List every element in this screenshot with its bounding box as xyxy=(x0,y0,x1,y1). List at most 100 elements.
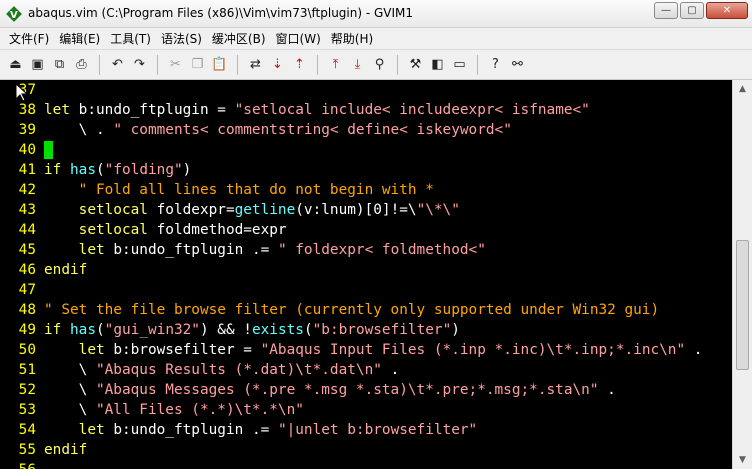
code-text: endif xyxy=(44,442,88,458)
code-text: let b:undo_ftplugin .= " foldexpr< foldm… xyxy=(78,242,486,258)
line-number: 49 xyxy=(18,322,36,338)
undo-icon[interactable]: ↶ xyxy=(108,55,127,75)
code-text: \ "All Files (*.*)\t*.*\n" xyxy=(44,402,304,418)
line-number: 48 xyxy=(18,302,36,318)
code-line[interactable]: 53 \ "All Files (*.*)\t*.*\n" xyxy=(0,400,304,420)
code-text: " Fold all lines that do not begin with … xyxy=(78,182,434,198)
line-number: 47 xyxy=(18,282,36,298)
code-line[interactable]: 41 if has("folding") xyxy=(0,160,192,180)
title-bar[interactable]: V abaqus.vim (C:\Program Files (x86)\Vim… xyxy=(0,0,752,28)
code-line[interactable]: 39 \ . " comments< commentstring< define… xyxy=(0,120,512,140)
line-number: 54 xyxy=(18,422,36,438)
code-line[interactable]: 42 " Fold all lines that do not begin wi… xyxy=(0,180,434,200)
window-title: abaqus.vim (C:\Program Files (x86)\Vim\v… xyxy=(28,6,414,20)
code-line[interactable]: 40 xyxy=(0,140,53,160)
find-prev-icon[interactable]: ⇡ xyxy=(290,55,309,75)
find-help-icon[interactable]: ⚯ xyxy=(508,55,527,75)
cut-icon[interactable]: ✂ xyxy=(166,55,185,75)
code-text: let b:undo_ftplugin .= "|unlet b:browsef… xyxy=(78,422,478,438)
shell-icon[interactable]: ◧ xyxy=(428,55,447,75)
save-all-icon[interactable]: ⧉ xyxy=(50,55,69,75)
code-line[interactable]: 50 let b:browsefilter = "Abaqus Input Fi… xyxy=(0,340,703,360)
code-line[interactable]: 44 setlocal foldmethod=expr xyxy=(0,220,287,240)
toolbar-separator xyxy=(237,54,238,75)
help-icon[interactable]: ? xyxy=(486,55,505,75)
menu-tools[interactable]: 工具(T) xyxy=(105,30,156,47)
vertical-scrollbar[interactable]: ▲ ▼ xyxy=(732,80,752,469)
code-line[interactable]: 54 let b:undo_ftplugin .= "|unlet b:brow… xyxy=(0,420,478,440)
menu-buffers[interactable]: 缓冲区(B) xyxy=(207,30,271,47)
svg-text:V: V xyxy=(10,10,18,21)
code-line[interactable]: 49 if has("gui_win32") && !exists("b:brow… xyxy=(0,320,460,340)
line-number: 55 xyxy=(18,442,36,458)
code-text: " Set the file browse filter (currently … xyxy=(44,302,660,318)
line-number: 46 xyxy=(18,262,36,278)
line-number: 52 xyxy=(18,382,36,398)
toolbar: ⏏ ▣ ⧉ ⎙ ↶ ↷ ✂ ❐ 📋 ⇄ ⇣ ⇡ ⤒ ⤓ ⚲ ⚒ ◧ ▭ ? ⚯ xyxy=(0,50,752,80)
open-icon[interactable]: ⏏ xyxy=(6,55,25,75)
code-line[interactable]: 52 \ "Abaqus Messages (*.pre *.msg *.sta… xyxy=(0,380,616,400)
mouse-pointer-icon xyxy=(16,84,28,102)
code-text: \ "Abaqus Messages (*.pre *.msg *.sta)\t… xyxy=(44,382,616,398)
code-line[interactable]: 45 let b:undo_ftplugin .= " foldexpr< fo… xyxy=(0,240,486,260)
line-number: 50 xyxy=(18,342,36,358)
line-number: 39 xyxy=(18,122,36,138)
scrollbar-thumb[interactable] xyxy=(736,240,749,370)
load-session-icon[interactable]: ⤒ xyxy=(326,55,345,75)
menu-help[interactable]: 帮助(H) xyxy=(326,30,378,47)
close-button[interactable]: ✕ xyxy=(706,2,748,19)
save-session-icon[interactable]: ⤓ xyxy=(348,55,367,75)
ctags-icon[interactable]: ▭ xyxy=(450,55,469,75)
scroll-up-icon[interactable]: ▲ xyxy=(733,80,752,98)
code-line[interactable]: 51 \ "Abaqus Results (*.dat)\t*.dat\n" . xyxy=(0,360,400,380)
code-text: setlocal foldmethod=expr xyxy=(78,222,287,238)
toolbar-separator xyxy=(397,54,398,75)
editor-area[interactable]: 37 38 let b:undo_ftplugin = "setlocal incl… xyxy=(0,80,732,469)
scroll-down-icon[interactable]: ▼ xyxy=(733,451,752,469)
code-line[interactable]: 46 endif xyxy=(0,260,88,280)
code-text: setlocal foldexpr=getline(v:lnum)[0]!=\"… xyxy=(78,202,460,218)
code-text: \ "Abaqus Results (*.dat)\t*.dat\n" . xyxy=(44,362,400,378)
line-number: 43 xyxy=(18,202,36,218)
menu-file[interactable]: 文件(F) xyxy=(4,30,54,47)
toolbar-separator xyxy=(317,54,318,75)
line-number: 38 xyxy=(18,102,36,118)
line-number: 44 xyxy=(18,222,36,238)
find-replace-icon[interactable]: ⇄ xyxy=(246,55,265,75)
redo-icon[interactable]: ↷ xyxy=(130,55,149,75)
toolbar-separator xyxy=(99,54,100,75)
make-icon[interactable]: ⚒ xyxy=(406,55,425,75)
run-script-icon[interactable]: ⚲ xyxy=(370,55,389,75)
code-text: \ . " comments< commentstring< define< i… xyxy=(44,122,512,138)
line-number: 51 xyxy=(18,362,36,378)
menu-syntax[interactable]: 语法(S) xyxy=(156,30,207,47)
code-line[interactable]: 43 setlocal foldexpr=getline(v:lnum)[0]!… xyxy=(0,200,460,220)
find-next-icon[interactable]: ⇣ xyxy=(268,55,287,75)
minimize-button[interactable]: — xyxy=(654,2,678,19)
code-line[interactable]: 55 endif xyxy=(0,440,88,460)
toolbar-separator xyxy=(157,54,158,75)
line-number: 42 xyxy=(18,182,36,198)
line-number: 53 xyxy=(18,402,36,418)
code-text: let b:browsefilter = "Abaqus Input Files… xyxy=(78,342,703,358)
line-number: 45 xyxy=(18,242,36,258)
code-line[interactable]: 47 xyxy=(0,280,44,300)
save-icon[interactable]: ▣ xyxy=(28,55,47,75)
menu-window[interactable]: 窗口(W) xyxy=(271,30,326,47)
menu-edit[interactable]: 编辑(E) xyxy=(54,30,105,47)
toolbar-separator xyxy=(477,54,478,75)
gvim-app-icon: V xyxy=(6,6,22,22)
line-number: 56 xyxy=(0,460,36,469)
copy-icon[interactable]: ❐ xyxy=(188,55,207,75)
menu-bar: 文件(F) 编辑(E) 工具(T) 语法(S) 缓冲区(B) 窗口(W) 帮助(… xyxy=(0,28,752,50)
maximize-button[interactable]: ▢ xyxy=(680,2,704,19)
code-text: endif xyxy=(44,262,88,278)
paste-icon[interactable]: 📋 xyxy=(210,55,229,75)
line-number: 40 xyxy=(18,142,36,158)
code-text: let b:undo_ftplugin = "setlocal include<… xyxy=(44,102,590,118)
line-number: 41 xyxy=(18,162,36,178)
code-line[interactable]: 38 let b:undo_ftplugin = "setlocal includ… xyxy=(0,100,590,120)
code-line[interactable]: 56 xyxy=(0,460,44,469)
code-line[interactable]: 48 " Set the file browse filter (currentl… xyxy=(0,300,659,320)
print-icon[interactable]: ⎙ xyxy=(72,55,91,75)
